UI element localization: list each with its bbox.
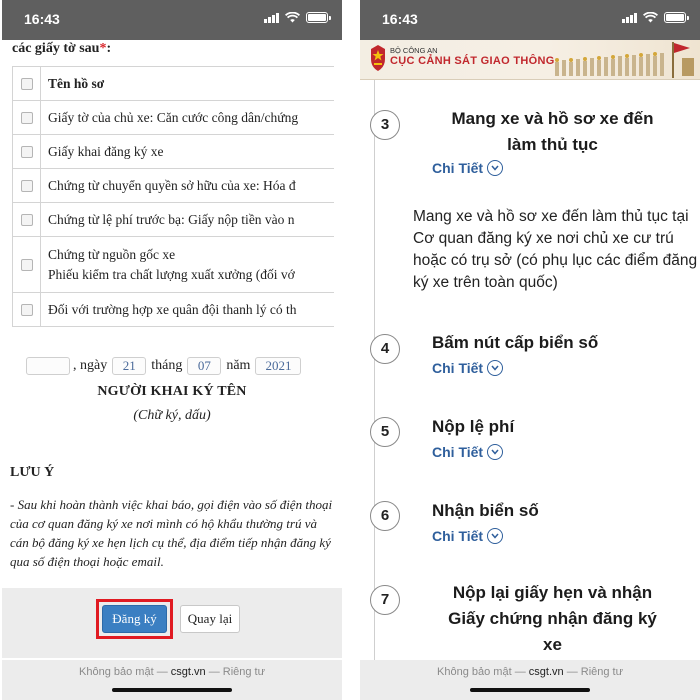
procedure-steps-page: BỘ CÔNG AN CỤC CẢNH SÁT GIAO THÔNG 3 Man… — [360, 40, 700, 660]
place-field[interactable] — [26, 357, 70, 375]
register-button[interactable]: Đăng ký — [102, 605, 167, 633]
status-time: 16:43 — [382, 11, 418, 27]
banner-department: CỤC CẢNH SÁT GIAO THÔNG — [390, 55, 555, 67]
status-bar: 16:43 — [2, 0, 342, 40]
year-field[interactable]: 2021 — [255, 357, 302, 375]
banner-ministry: BỘ CÔNG AN — [390, 46, 438, 55]
step-number: 4 — [370, 334, 400, 364]
step-description: Mang xe và hồ sơ xe đến làm thủ tục tại … — [413, 208, 698, 291]
table-row: Chứng từ nguồn gốc xe Phiếu kiểm tra chấ… — [13, 237, 334, 293]
chevron-down-icon — [487, 444, 504, 460]
form-actions: Đăng ký Quay lại — [2, 588, 342, 658]
back-button[interactable]: Quay lại — [180, 605, 240, 633]
date-line: , ngày 21 tháng 07 năm 2021 — [26, 357, 302, 375]
home-indicator[interactable] — [470, 688, 590, 692]
table-row: Chứng từ chuyển quyền sở hữu của xe: Hóa… — [13, 169, 334, 203]
address-domain: csgt.vn — [528, 666, 564, 678]
document-name: Chứng từ nguồn gốc xe — [48, 246, 176, 262]
status-time: 16:43 — [24, 11, 60, 27]
chevron-down-icon — [487, 528, 504, 544]
detail-link[interactable]: Chi Tiết — [432, 360, 504, 376]
document-checkbox[interactable] — [20, 111, 33, 124]
document-checkbox[interactable] — [20, 258, 33, 271]
year-label: năm — [226, 358, 251, 373]
table-row: Giấy khai đăng ký xe — [13, 135, 334, 169]
step-number: 7 — [370, 585, 400, 615]
documents-heading: các giấy tờ sau*: — [12, 41, 112, 56]
police-parade-illustration — [555, 42, 694, 78]
status-icons — [622, 12, 689, 23]
document-checkbox[interactable] — [20, 145, 33, 158]
step-title: Nhận biển số — [432, 501, 539, 520]
detail-link[interactable]: Chi Tiết — [432, 160, 504, 176]
security-label: Không bảo mật — — [79, 666, 168, 678]
step-title: Mang xe và hồ sơ xe đến làm thủ tục — [451, 109, 654, 154]
document-name-secondary: Phiếu kiểm tra chất lượng xuất xưởng (đố… — [48, 266, 295, 282]
step-number: 3 — [370, 110, 400, 140]
right-screenshot: 16:43 BỘ CÔNG AN CỤC CẢNH SÁT GIAO THÔNG — [360, 0, 700, 700]
registration-form-page: các giấy tờ sau*: Tên hồ sơ Giấy tờ của … — [2, 40, 342, 660]
month-field[interactable]: 07 — [187, 357, 222, 375]
document-name: Giấy khai đăng ký xe — [48, 143, 164, 159]
police-emblem-icon — [371, 45, 385, 71]
privacy-label: — Riêng tư — [208, 666, 265, 678]
signal-icon — [264, 12, 279, 23]
document-name: Chứng từ lệ phí trước bạ: Giấy nộp tiền … — [48, 211, 295, 227]
note-title: LƯU Ý — [10, 465, 55, 480]
table-row: Chứng từ lệ phí trước bạ: Giấy nộp tiền … — [13, 203, 334, 237]
privacy-label: — Riêng tư — [566, 666, 623, 678]
browser-address-bar[interactable]: Không bảo mật — csgt.vn — Riêng tư — [2, 660, 342, 700]
signal-icon — [622, 12, 637, 23]
address-domain: csgt.vn — [170, 666, 206, 678]
step-title: Nộp lại giấy hẹn và nhận Giấy chứng nhận… — [448, 583, 657, 654]
timeline-line — [374, 80, 375, 660]
select-all-checkbox[interactable] — [20, 77, 33, 90]
document-checkbox[interactable] — [20, 213, 33, 226]
site-banner: BỘ CÔNG AN CỤC CẢNH SÁT GIAO THÔNG — [360, 40, 700, 80]
document-name: Giấy tờ của chủ xe: Căn cước công dân/ch… — [48, 109, 299, 125]
document-name: Chứng từ chuyển quyền sở hữu của xe: Hóa… — [48, 177, 296, 193]
table-header-row: Tên hồ sơ — [13, 67, 334, 101]
security-label: Không bảo mật — — [437, 666, 526, 678]
battery-icon — [306, 12, 331, 23]
wifi-icon — [643, 12, 658, 23]
status-icons — [264, 12, 331, 23]
documents-table: Tên hồ sơ Giấy tờ của chủ xe: Căn cước c… — [12, 66, 334, 327]
day-field[interactable]: 21 — [112, 357, 147, 375]
wifi-icon — [285, 12, 300, 23]
detail-link[interactable]: Chi Tiết — [432, 444, 504, 460]
table-row: Đối với trường hợp xe quân đội thanh lý … — [13, 293, 334, 327]
month-label: tháng — [151, 358, 183, 373]
browser-address-bar[interactable]: Không bảo mật — csgt.vn — Riêng tư — [360, 660, 700, 700]
detail-link[interactable]: Chi Tiết — [432, 528, 504, 544]
document-checkbox[interactable] — [20, 303, 33, 316]
document-name: Đối với trường hợp xe quân đội thanh lý … — [48, 301, 297, 317]
status-bar: 16:43 — [360, 0, 700, 40]
step-number: 6 — [370, 501, 400, 531]
signer-subtitle: (Chữ ký, dấu) — [133, 408, 211, 423]
required-mark: * — [99, 41, 107, 56]
home-indicator[interactable] — [112, 688, 232, 692]
left-screenshot: 16:43 các giấy tờ sau*: Tên hồ sơ Giấy t… — [2, 0, 342, 700]
signer-title: NGƯỜI KHAI KÝ TÊN — [97, 384, 247, 399]
day-label: , ngày — [73, 358, 108, 373]
table-row: Giấy tờ của chủ xe: Căn cước công dân/ch… — [13, 101, 334, 135]
step-title: Bấm nút cấp biển số — [432, 333, 599, 352]
step-number: 5 — [370, 417, 400, 447]
battery-icon — [664, 12, 689, 23]
column-header-name: Tên hồ sơ — [48, 75, 105, 91]
step-title: Nộp lệ phí — [432, 417, 515, 436]
chevron-down-icon — [487, 360, 504, 376]
document-checkbox[interactable] — [20, 179, 33, 192]
chevron-down-icon — [487, 160, 504, 176]
note-text: - Sau khi hoàn thành việc khai báo, gọi … — [10, 497, 333, 569]
